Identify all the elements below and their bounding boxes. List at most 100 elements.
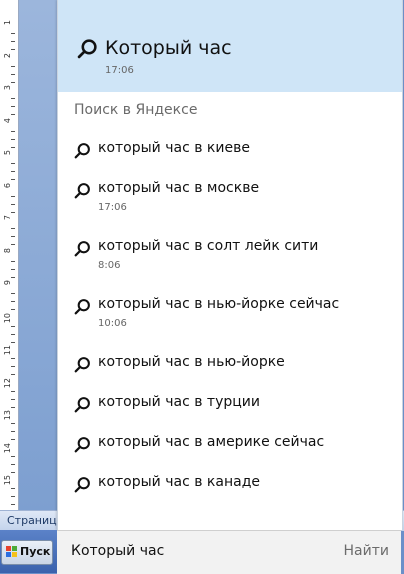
search-icon xyxy=(74,396,91,413)
search-icon xyxy=(74,436,91,453)
ruler-number: 3 xyxy=(3,85,12,91)
suggestion-label: который час в нью-йорке xyxy=(98,354,285,370)
ruler-tick xyxy=(11,163,15,164)
search-icon xyxy=(74,240,91,257)
ruler-tick xyxy=(11,276,15,278)
ruler-number: 1 xyxy=(3,20,12,26)
search-icon xyxy=(74,356,91,373)
ruler-number: 8 xyxy=(3,247,12,253)
status-page-label: Страница xyxy=(7,514,64,527)
ruler-number: 13 xyxy=(3,410,12,421)
suggestion-time: 10:06 xyxy=(98,318,127,329)
search-icon xyxy=(74,182,91,199)
suggestion-label: который час в канаде xyxy=(98,474,260,490)
ruler-tick xyxy=(11,293,15,294)
vertical-ruler: 1 2 3 4 5 6 7 8 9 10 11 12 13 14 15 xyxy=(0,0,19,512)
ruler-number: 2 xyxy=(3,52,12,58)
top-result[interactable]: Который час 17:06 xyxy=(58,0,402,92)
ruler-tick xyxy=(11,138,15,140)
ruler-tick xyxy=(11,65,15,67)
ruler-number: 9 xyxy=(3,280,12,286)
ruler-tick xyxy=(11,488,15,489)
ruler-tick xyxy=(11,171,15,172)
top-result-time: 17:06 xyxy=(105,65,134,76)
search-suggestions-popup: Который час 17:06 Поиск в Яндексе которы… xyxy=(57,0,403,530)
suggestion-item[interactable]: который час в турции xyxy=(58,394,402,434)
ruler-tick xyxy=(11,98,15,99)
ruler-number: 7 xyxy=(3,215,12,221)
ruler-tick xyxy=(11,431,15,432)
ruler-tick xyxy=(11,325,15,327)
suggestion-item[interactable]: который час в америке сейчас xyxy=(58,434,402,474)
suggestion-label: который час в америке сейчас xyxy=(98,434,325,450)
suggestion-time: 8:06 xyxy=(98,260,121,271)
search-icon xyxy=(77,38,98,59)
ruler-tick xyxy=(11,398,15,400)
windows-flag-icon xyxy=(6,546,18,558)
ruler-tick xyxy=(11,146,15,148)
ruler-number: 5 xyxy=(3,150,12,156)
taskbar: Пуск xyxy=(0,530,57,573)
top-result-title: Который час xyxy=(105,37,232,59)
ruler-tick xyxy=(11,463,15,465)
ruler-number: 15 xyxy=(3,475,12,486)
suggestion-item[interactable]: который час в киеве xyxy=(58,140,402,180)
suggestion-item[interactable]: который час в москве 17:06 xyxy=(58,180,402,220)
ruler-tick xyxy=(11,366,15,367)
ruler-tick xyxy=(11,341,15,343)
search-input[interactable] xyxy=(71,543,321,559)
ruler-tick xyxy=(11,358,15,359)
start-button[interactable]: Пуск xyxy=(1,540,53,565)
ruler-tick xyxy=(11,439,15,440)
section-heading: Поиск в Яндексе xyxy=(74,102,198,118)
ruler-tick xyxy=(11,195,15,197)
suggestion-item[interactable]: который час в солт лейк сити 8:06 xyxy=(58,238,402,278)
ruler-number: 14 xyxy=(3,442,12,453)
ruler-tick xyxy=(11,114,15,115)
ruler-tick xyxy=(11,301,15,302)
ruler-tick xyxy=(11,374,15,375)
ruler-tick xyxy=(11,455,15,457)
ruler-tick xyxy=(11,130,15,132)
ruler-tick xyxy=(11,179,15,180)
suggestion-time: 17:06 xyxy=(98,202,127,213)
ruler-tick xyxy=(11,41,15,42)
suggestion-item[interactable]: который час в нью-йорке сейчас 10:06 xyxy=(58,296,402,336)
ruler-tick xyxy=(11,390,15,392)
ruler-tick xyxy=(11,471,15,473)
suggestion-label: который час в турции xyxy=(98,394,260,410)
ruler-tick xyxy=(11,268,15,270)
ruler-tick xyxy=(11,81,15,83)
ruler-tick xyxy=(11,236,15,237)
search-bar: Найти xyxy=(57,530,401,574)
suggestion-item[interactable]: который час в канаде xyxy=(58,474,402,514)
ruler-number: 10 xyxy=(3,312,12,323)
ruler-tick xyxy=(11,496,15,497)
suggestion-label: который час в москве xyxy=(98,180,260,196)
ruler-number: 6 xyxy=(3,182,12,188)
start-label: Пуск xyxy=(20,545,51,558)
ruler-number: 12 xyxy=(3,377,12,388)
ruler-tick xyxy=(11,73,15,75)
ruler-tick xyxy=(11,423,15,424)
ruler-tick xyxy=(11,33,15,34)
ruler-tick xyxy=(11,106,15,107)
ruler-tick xyxy=(11,333,15,335)
ruler-tick xyxy=(11,228,15,229)
search-icon xyxy=(74,142,91,159)
ruler-number: 4 xyxy=(3,117,12,123)
search-icon xyxy=(74,476,91,493)
ruler-number: 11 xyxy=(3,345,12,356)
ruler-tick xyxy=(11,49,15,50)
ruler-tick xyxy=(11,203,15,205)
ruler-tick xyxy=(11,309,15,310)
find-button[interactable]: Найти xyxy=(344,543,389,559)
suggestion-label: который час в киеве xyxy=(98,140,250,156)
ruler-tick xyxy=(11,504,15,505)
ruler-tick xyxy=(11,211,15,213)
suggestion-label: который час в солт лейк сити xyxy=(98,238,319,254)
suggestion-label: который час в нью-йорке сейчас xyxy=(98,296,340,312)
suggestion-item[interactable]: который час в нью-йорке xyxy=(58,354,402,394)
ruler-tick xyxy=(11,260,15,262)
ruler-tick xyxy=(11,406,15,408)
